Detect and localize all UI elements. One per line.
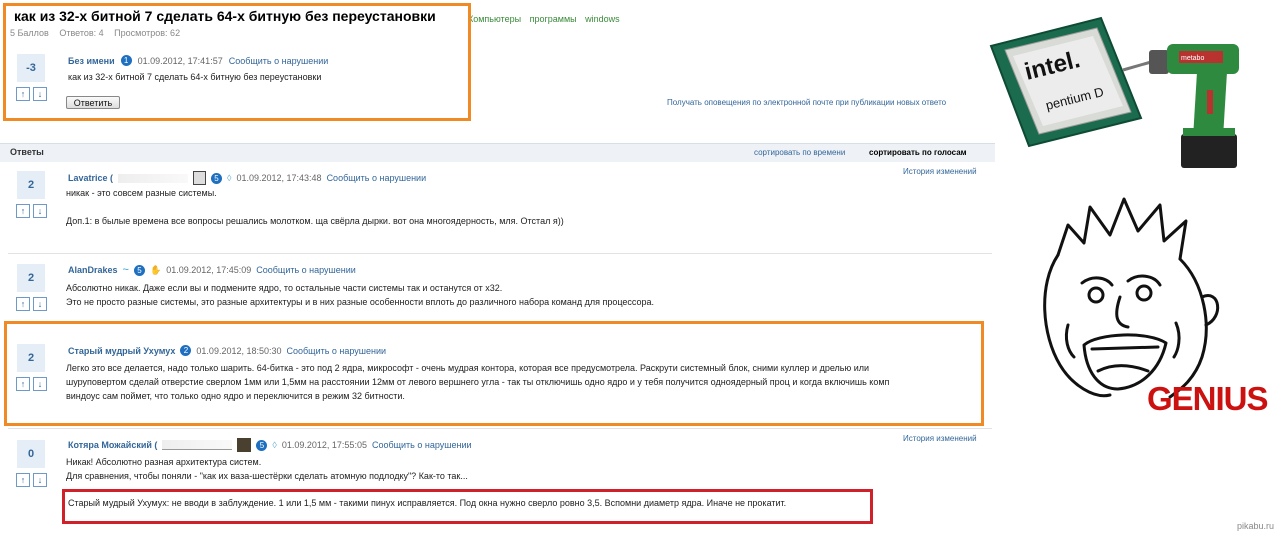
- answer-date: 01.09.2012, 18:50:30: [196, 345, 282, 356]
- answer-vote-arrows: ↑ ↓: [16, 204, 47, 218]
- report-link[interactable]: Сообщить о нарушении: [256, 265, 356, 275]
- email-notify-link[interactable]: Получать оповещения по электронной почте…: [667, 98, 946, 107]
- vote-down-icon[interactable]: ↓: [33, 473, 47, 487]
- vote-up-icon[interactable]: ↑: [16, 204, 30, 218]
- cpu-chip-icon: [989, 16, 1143, 148]
- tag-computers[interactable]: Компьютеры: [468, 14, 521, 24]
- diamond-icon: ◊: [227, 173, 232, 183]
- question-tags: Компьютеры программы windows: [468, 14, 626, 24]
- drill-brand-label: metabo: [1181, 55, 1204, 62]
- vote-up-icon[interactable]: ↑: [16, 377, 30, 391]
- answer-score: 2: [17, 264, 45, 292]
- cpu-drill-image: intel. pentium D metabo: [989, 16, 1239, 168]
- level-badge-icon: 5: [211, 172, 223, 184]
- answers-heading: Ответы: [10, 147, 44, 157]
- tag-programs[interactable]: программы: [530, 14, 577, 24]
- answer-line: никак - это совсем разные системы.: [66, 188, 217, 198]
- vote-down-icon[interactable]: ↓: [33, 204, 47, 218]
- drill-icon: [1122, 44, 1239, 168]
- answer-vote-arrows: ↑ ↓: [16, 473, 47, 487]
- answer-meta: AlanDrakes ~ 5 ✋ 01.09.2012, 17:45:09 Со…: [68, 264, 356, 276]
- answer-line: Абсолютно никак. Даже если вы и подменит…: [66, 283, 503, 293]
- vote-up-icon[interactable]: ↑: [16, 297, 30, 311]
- answer-author[interactable]: AlanDrakes: [68, 265, 118, 275]
- sort-by-time-link[interactable]: сортировать по времени: [754, 148, 845, 157]
- hand-icon: ✋: [149, 264, 162, 275]
- vote-down-icon[interactable]: ↓: [33, 377, 47, 391]
- question-highlight: [3, 3, 471, 121]
- answer-line: Никак! Абсолютно разная архитектура сист…: [66, 457, 262, 467]
- answer-line: [66, 200, 564, 214]
- answer-author[interactable]: Котяра Можайский (: [68, 440, 157, 450]
- answer-line: шуруповертом сделай отверстие сверлом 1м…: [66, 377, 890, 387]
- answer-meta: Lavatrice ( 5 ◊ 01.09.2012, 17:43:48 Соо…: [68, 171, 426, 185]
- answer-text: никак - это совсем разные системы. Доп.1…: [66, 186, 564, 228]
- blurred-username: [162, 440, 233, 450]
- edit-history-link[interactable]: История изменений: [903, 167, 977, 176]
- level-badge-icon: 5: [256, 439, 268, 451]
- answer-vote-arrows: ↑ ↓: [16, 377, 47, 391]
- avatar-icon: [237, 438, 252, 452]
- avatar-icon: [193, 171, 207, 185]
- answer-author[interactable]: Lavatrice (: [68, 173, 113, 183]
- blurred-username: [118, 173, 189, 183]
- report-link[interactable]: Сообщить о нарушении: [372, 440, 472, 450]
- vote-down-icon[interactable]: ↓: [33, 297, 47, 311]
- edit-history-link[interactable]: История изменений: [903, 434, 977, 443]
- answer-line: Это не просто разные системы, это разные…: [66, 297, 655, 307]
- answer-text: Никак! Абсолютно разная архитектура сист…: [66, 455, 468, 483]
- divider: [8, 428, 992, 429]
- answer-text: Легко это все делается, надо только шари…: [66, 361, 889, 403]
- vote-up-icon[interactable]: ↑: [16, 473, 30, 487]
- answer-line: Для сравнения, чтобы поняли - "как их ва…: [66, 471, 468, 481]
- genius-face-icon: [1043, 197, 1220, 399]
- answer-vote-arrows: ↑ ↓: [16, 297, 47, 311]
- answers-bar: [0, 143, 995, 162]
- diamond-icon: ◊: [272, 440, 277, 450]
- level-badge-icon: 5: [133, 264, 145, 276]
- answer-date: 01.09.2012, 17:45:09: [166, 265, 252, 275]
- answer-meta: Котяра Можайский ( 5 ◊ 01.09.2012, 17:55…: [68, 438, 472, 452]
- answer-line: Легко это все делается, надо только шари…: [66, 363, 870, 373]
- genius-label: GENIUS: [1147, 380, 1269, 417]
- answer-score: 2: [17, 344, 45, 372]
- level-badge-icon: 2: [180, 345, 192, 356]
- dolphin-icon: ~: [122, 264, 129, 276]
- answer-score: 0: [17, 440, 45, 468]
- answer-score: 2: [17, 171, 45, 199]
- report-link[interactable]: Сообщить о нарушении: [327, 173, 427, 183]
- answer-line: виндоус сам поймет, что только одно ядро…: [66, 391, 405, 401]
- answer-date: 01.09.2012, 17:43:48: [236, 173, 322, 183]
- divider: [8, 253, 992, 254]
- answer-line: Доп.1: в былые времена все вопросы решал…: [66, 216, 564, 226]
- answer-date: 01.09.2012, 17:55:05: [281, 440, 367, 450]
- answer-meta: Старый мудрый Ухумух 2 01.09.2012, 18:50…: [68, 345, 386, 356]
- watermark: pikabu.ru: [1236, 521, 1274, 531]
- tag-windows[interactable]: windows: [585, 14, 620, 24]
- report-link[interactable]: Сообщить о нарушении: [287, 346, 387, 356]
- sort-by-votes-link[interactable]: сортировать по голосам: [869, 148, 967, 157]
- answer-author[interactable]: Старый мудрый Ухумух: [68, 346, 175, 356]
- answer-text: Абсолютно никак. Даже если вы и подменит…: [66, 281, 654, 309]
- comment-text: Старый мудрый Ухумух: не вводи в заблужд…: [68, 498, 787, 508]
